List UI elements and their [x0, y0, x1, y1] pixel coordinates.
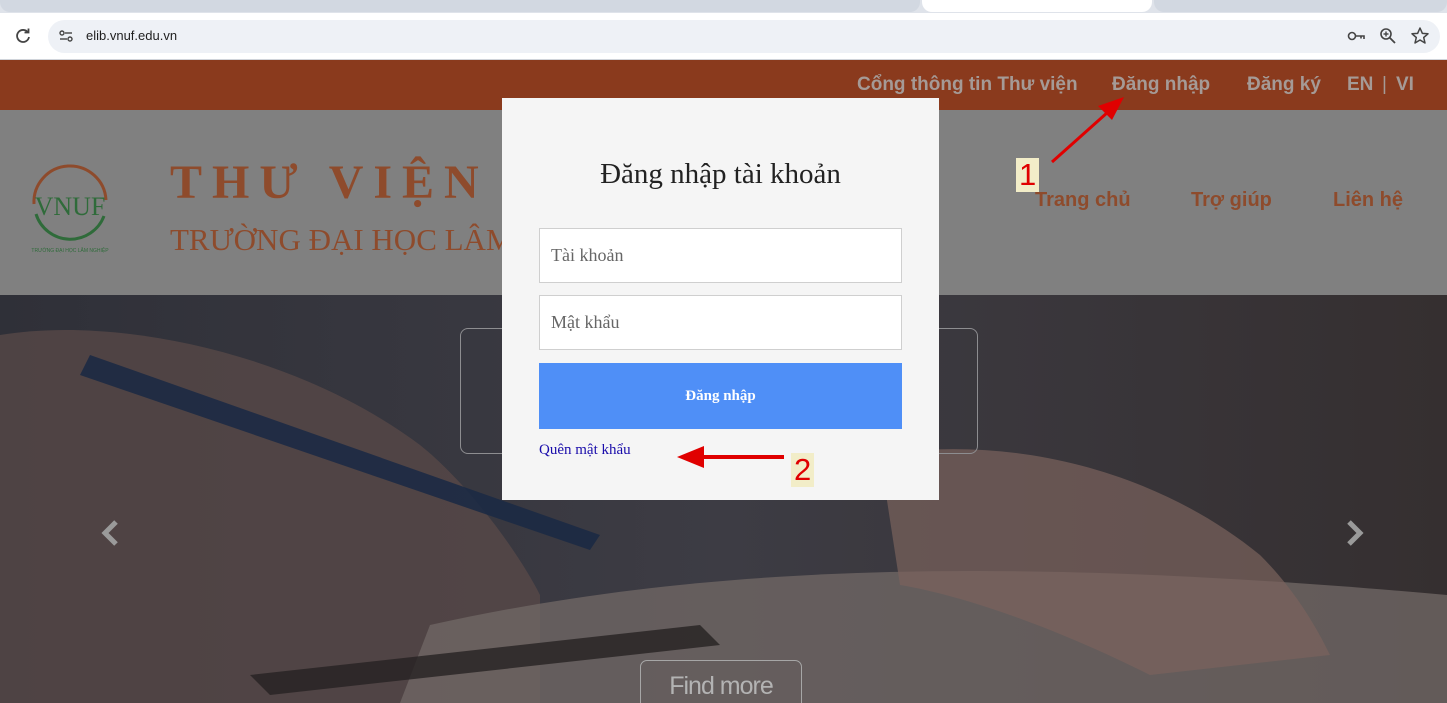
annotation-number-2: 2	[791, 453, 815, 487]
annotation-number-1: 1	[1016, 158, 1040, 192]
annotation-arrowhead-2	[677, 446, 704, 468]
annotation-arrow-1	[1051, 110, 1109, 164]
annotation-arrows	[677, 97, 1124, 468]
